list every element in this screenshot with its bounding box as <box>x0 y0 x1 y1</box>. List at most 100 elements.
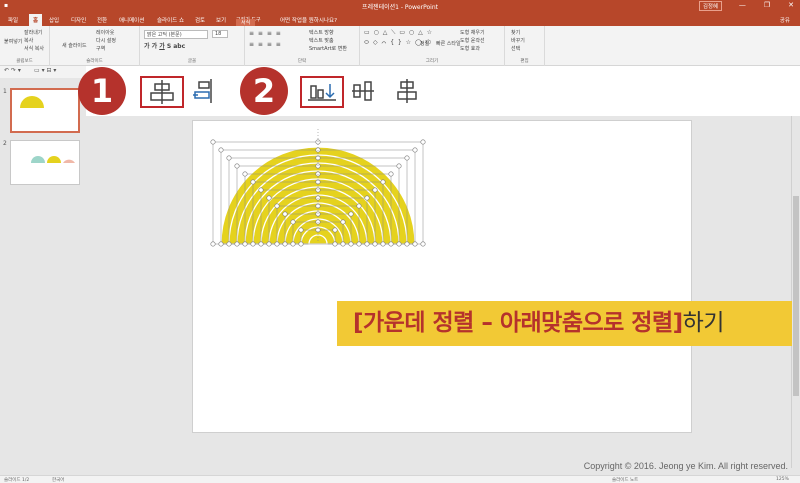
distribute-vertical-button[interactable] <box>392 76 422 106</box>
align-text-button[interactable]: 텍스트 맞춤 <box>309 37 334 44</box>
resize-handle[interactable] <box>380 179 386 185</box>
resize-handle[interactable] <box>348 211 354 217</box>
current-slide[interactable] <box>192 120 692 433</box>
resize-handle[interactable] <box>412 147 418 153</box>
undo-icon[interactable]: ↶ ↷ ▾ <box>4 67 21 74</box>
replace-button[interactable]: 바꾸기 <box>511 37 525 44</box>
tab-format[interactable]: 서식 <box>236 19 256 26</box>
tab-transitions[interactable]: 전환 <box>97 16 107 24</box>
resize-handle[interactable] <box>218 241 224 247</box>
quick-styles-button[interactable]: 빠른 스타일 <box>436 40 461 47</box>
resize-handle[interactable] <box>420 241 426 247</box>
resize-handle[interactable] <box>364 241 370 247</box>
concentric-semicircles-group[interactable] <box>193 121 693 434</box>
new-slide-button[interactable]: 새 슬라이드 <box>62 42 87 49</box>
resize-handle[interactable] <box>396 163 402 169</box>
language-indicator[interactable]: 한국어 <box>52 477 64 483</box>
resize-handle[interactable] <box>234 163 240 169</box>
resize-handle[interactable] <box>234 241 240 247</box>
zoom-level[interactable]: 125% <box>776 477 789 482</box>
resize-handle[interactable] <box>210 241 216 247</box>
font-size-select[interactable]: 18 <box>212 30 228 38</box>
shapes-gallery[interactable]: ▭ ○ △ ⟍ ▭ ○ △ ☆ <box>364 29 433 37</box>
resize-handle[interactable] <box>282 241 288 247</box>
resize-handle[interactable] <box>274 241 280 247</box>
align-buttons[interactable]: ≡ ≡ ≡ ≡ <box>249 41 282 48</box>
align-bottom-button[interactable] <box>300 76 344 108</box>
resize-handle[interactable] <box>250 241 256 247</box>
shape-effects-button[interactable]: 도형 효과 <box>460 45 480 52</box>
resize-handle[interactable] <box>226 155 232 161</box>
resize-handle[interactable] <box>266 195 272 201</box>
resize-handle[interactable] <box>242 241 248 247</box>
resize-handle[interactable] <box>356 203 362 209</box>
resize-handle[interactable] <box>404 155 410 161</box>
tab-review[interactable]: 검토 <box>195 16 205 24</box>
slide-thumbnail-2[interactable] <box>10 140 80 185</box>
distribute-horizontal-button[interactable] <box>348 76 378 106</box>
resize-handle[interactable] <box>332 227 338 233</box>
find-button[interactable]: 찾기 <box>511 29 520 36</box>
resize-handle[interactable] <box>332 241 338 247</box>
select-button[interactable]: 선택 <box>511 45 520 52</box>
share-button[interactable]: 공유 <box>780 16 790 24</box>
tab-animations[interactable]: 애니메이션 <box>119 16 144 24</box>
smartart-button[interactable]: SmartArt로 변환 <box>309 45 347 52</box>
text-direction-button[interactable]: 텍스트 방향 <box>309 29 334 36</box>
resize-handle[interactable] <box>364 195 370 201</box>
tab-insert[interactable]: 삽입 <box>49 16 59 24</box>
tab-slideshow[interactable]: 슬라이드 쇼 <box>157 16 184 24</box>
format-painter-button[interactable]: 서식 복사 <box>24 45 44 52</box>
resize-handle[interactable] <box>258 187 264 193</box>
resize-handle[interactable] <box>298 227 304 233</box>
shape-tools-icon[interactable]: ▭ ▾ ⊟ ▾ <box>34 67 56 74</box>
resize-handle[interactable] <box>282 211 288 217</box>
tab-view[interactable]: 보기 <box>216 16 226 24</box>
resize-handle[interactable] <box>420 139 426 145</box>
resize-handle[interactable] <box>372 187 378 193</box>
resize-handle[interactable] <box>290 241 296 247</box>
minimize-button[interactable]: — <box>739 1 746 9</box>
font-name-select[interactable]: 맑은 고딕 (본문) <box>144 30 208 39</box>
resize-handle[interactable] <box>396 241 402 247</box>
tab-home[interactable]: 홈 <box>29 14 43 26</box>
user-name-button[interactable]: 김정혜 <box>698 1 722 11</box>
resize-handle[interactable] <box>388 171 394 177</box>
tab-file[interactable]: 파일 <box>8 16 18 24</box>
resize-handle[interactable] <box>226 241 232 247</box>
resize-handle[interactable] <box>388 241 394 247</box>
reset-button[interactable]: 다시 설정 <box>96 37 116 44</box>
tell-me-box[interactable]: 어떤 작업을 원하시나요? <box>280 16 337 24</box>
slide-thumbnail-1[interactable] <box>10 88 80 133</box>
paste-button[interactable]: 붙여넣기 <box>4 38 22 45</box>
cut-button[interactable]: 잘라내기 <box>24 29 42 36</box>
align-right-button[interactable] <box>189 76 219 106</box>
layout-button[interactable]: 레이아웃 <box>96 29 114 36</box>
resize-handle[interactable] <box>340 241 346 247</box>
resize-handle[interactable] <box>356 241 362 247</box>
resize-handle[interactable] <box>372 241 378 247</box>
tab-design[interactable]: 디자인 <box>71 16 86 24</box>
resize-handle[interactable] <box>258 241 264 247</box>
resize-handle[interactable] <box>380 241 386 247</box>
resize-handle[interactable] <box>218 147 224 153</box>
resize-handle[interactable] <box>412 241 418 247</box>
shape-fill-button[interactable]: 도형 채우기 <box>460 29 485 36</box>
bold-button[interactable]: 가 가 가 S abc <box>144 41 185 50</box>
restore-button[interactable]: ❐ <box>764 1 770 9</box>
align-center-button[interactable] <box>140 76 184 108</box>
section-button[interactable]: 구역 <box>96 45 105 52</box>
scrollbar-thumb[interactable] <box>793 196 799 396</box>
resize-handle[interactable] <box>404 241 410 247</box>
resize-handle[interactable] <box>210 139 216 145</box>
resize-handle[interactable] <box>348 241 354 247</box>
resize-handle[interactable] <box>250 179 256 185</box>
resize-handle[interactable] <box>340 219 346 225</box>
copy-button[interactable]: 복사 <box>24 37 33 44</box>
resize-handle[interactable] <box>290 219 296 225</box>
shape-outline-button[interactable]: 도형 윤곽선 <box>460 37 485 44</box>
list-buttons[interactable]: ≡ ≡ ≡ ≡ <box>249 30 282 37</box>
close-button[interactable]: ✕ <box>788 1 794 9</box>
notes-button[interactable]: 슬라이드 노트 <box>612 477 638 483</box>
resize-handle[interactable] <box>242 171 248 177</box>
